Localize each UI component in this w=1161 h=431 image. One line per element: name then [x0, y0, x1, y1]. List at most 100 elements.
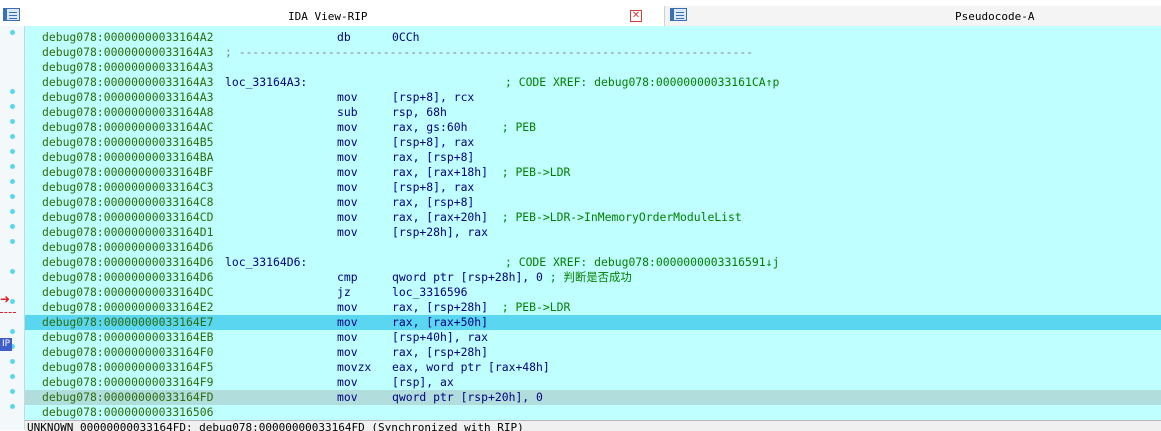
breakpoint-dot[interactable] — [10, 134, 15, 139]
breakpoint-dot[interactable] — [10, 389, 15, 394]
instruction-operands[interactable]: eax, word ptr [rax+48h] — [392, 360, 550, 375]
line-address[interactable]: debug078:00000000033164A3 — [42, 75, 213, 90]
breakpoint-dot[interactable] — [10, 89, 15, 94]
instruction-operands[interactable]: qword ptr [rsp+20h], 0 — [392, 390, 543, 405]
instruction-operands[interactable]: 0CCh — [392, 30, 419, 45]
listing-line[interactable]: debug078:00000000033164A8 sub rsp, 68h — [25, 105, 1161, 120]
line-address[interactable]: debug078:00000000033164E7 — [42, 315, 213, 330]
line-address[interactable]: debug078:00000000033164AC — [42, 120, 213, 135]
listing-line[interactable]: debug078:00000000033164A3 ; -------------… — [25, 45, 1161, 60]
instruction-mnemonic[interactable]: mov — [337, 180, 358, 195]
breakpoint-dot[interactable] — [10, 374, 15, 379]
line-address[interactable]: debug078:00000000033164EB — [42, 330, 213, 345]
line-address[interactable]: debug078:00000000033164CD — [42, 210, 213, 225]
listing-line[interactable]: debug078:00000000033164DC jz loc_3316596 — [25, 285, 1161, 300]
operands-text[interactable]: [rsp+8], rax — [392, 135, 474, 149]
tab-ida-view[interactable]: IDA View-RIP ✕ — [0, 6, 660, 26]
instruction-mnemonic[interactable]: mov — [337, 210, 358, 225]
line-address[interactable]: debug078:00000000033164A3 — [42, 45, 213, 60]
breakpoint-dot[interactable] — [10, 179, 15, 184]
instruction-mnemonic[interactable]: mov — [337, 165, 358, 180]
instruction-mnemonic[interactable]: sub — [337, 105, 358, 120]
operands-text[interactable]: rsp, 68h — [392, 105, 447, 119]
instruction-operands[interactable]: rsp, 68h — [392, 105, 447, 120]
listing-line[interactable]: debug078:00000000033164C3 mov [rsp+8], rax — [25, 180, 1161, 195]
instruction-mnemonic[interactable]: mov — [337, 120, 358, 135]
instruction-mnemonic[interactable]: db — [337, 30, 351, 45]
instruction-mnemonic[interactable]: mov — [337, 135, 358, 150]
instruction-mnemonic[interactable]: mov — [337, 375, 358, 390]
xref-comment[interactable]: ; CODE XREF: debug078:00000000033161CA↑p — [505, 75, 779, 90]
line-address[interactable]: debug078:00000000033164A3 — [42, 60, 213, 75]
operands-text[interactable]: rax, [rsp+8] — [392, 195, 474, 209]
breakpoint-dot[interactable] — [10, 164, 15, 169]
listing-line[interactable]: debug078:00000000033164FD mov qword ptr [r… — [25, 390, 1161, 405]
instruction-operands[interactable]: rax, [rsp+8] — [392, 150, 474, 165]
listing-line[interactable]: debug078:00000000033164E7 mov rax, [rax+50… — [25, 315, 1161, 330]
breakpoint-dot[interactable] — [10, 239, 15, 244]
line-address[interactable]: debug078:00000000033164C3 — [42, 180, 213, 195]
operands-text[interactable]: [rsp+8], rax — [392, 180, 474, 194]
instruction-mnemonic[interactable]: mov — [337, 300, 358, 315]
code-label[interactable]: loc_33164A3: — [225, 75, 307, 90]
listing-line[interactable]: debug078:00000000033164D1 mov [rsp+28h], r… — [25, 225, 1161, 240]
listing-line[interactable]: debug078:0000000003316506 — [25, 405, 1161, 420]
breakpoint-dot[interactable] — [10, 194, 15, 199]
instruction-operands[interactable]: [rsp+8], rax — [392, 180, 474, 195]
listing-line[interactable]: debug078:00000000033164C8 mov rax, [rsp+8] — [25, 195, 1161, 210]
operands-text[interactable]: rax, [rsp+28h] — [392, 345, 488, 359]
listing-line[interactable]: debug078:00000000033164A3 — [25, 60, 1161, 75]
instruction-operands[interactable]: rax, [rax+50h] — [392, 315, 488, 330]
line-address[interactable]: debug078:00000000033164F5 — [42, 360, 213, 375]
instruction-mnemonic[interactable]: mov — [337, 330, 358, 345]
listing-line[interactable]: debug078:00000000033164A3 mov [rsp+8], rcx — [25, 90, 1161, 105]
line-address[interactable]: debug078:00000000033164A3 — [42, 90, 213, 105]
instruction-mnemonic[interactable]: mov — [337, 225, 358, 240]
operands-text[interactable]: qword ptr [rsp+20h], 0 — [392, 390, 543, 404]
listing-line[interactable]: debug078:00000000033164D6 loc_33164D6: ; C… — [25, 255, 1161, 270]
instruction-operands[interactable]: rax, [rsp+28h] — [392, 345, 488, 360]
breakpoint-dot[interactable] — [10, 359, 15, 364]
instruction-mnemonic[interactable]: cmp — [337, 270, 358, 285]
breakpoint-dot[interactable] — [10, 104, 15, 109]
instruction-operands[interactable]: [rsp+28h], rax — [392, 225, 488, 240]
instruction-operands[interactable]: [rsp+40h], rax — [392, 330, 488, 345]
line-address[interactable]: debug078:00000000033164D6 — [42, 240, 213, 255]
breakpoint-dot[interactable] — [10, 209, 15, 214]
listing-line[interactable]: debug078:00000000033164EB mov [rsp+40h], r… — [25, 330, 1161, 345]
listing-line[interactable]: debug078:00000000033164A2 db 0CCh — [25, 30, 1161, 45]
line-address[interactable]: debug078:00000000033164D6 — [42, 255, 213, 270]
instruction-mnemonic[interactable]: mov — [337, 90, 358, 105]
breakpoint-dot[interactable] — [10, 329, 15, 334]
listing-line[interactable]: debug078:00000000033164BF mov rax, [rax+18… — [25, 165, 1161, 180]
instruction-operands[interactable]: rax, gs:60h ; PEB — [392, 120, 536, 135]
listing-line[interactable]: debug078:00000000033164D6 — [25, 240, 1161, 255]
breakpoint-dot[interactable] — [10, 269, 15, 274]
listing-line[interactable]: debug078:00000000033164D6 cmp qword ptr [r… — [25, 270, 1161, 285]
operands-text[interactable]: [rsp+28h], rax — [392, 225, 488, 239]
line-address[interactable]: debug078:00000000033164D1 — [42, 225, 213, 240]
instruction-operands[interactable]: rax, [rsp+28h] ; PEB->LDR — [392, 300, 570, 315]
breakpoint-dot[interactable] — [10, 119, 15, 124]
instruction-mnemonic[interactable]: mov — [337, 315, 358, 330]
instruction-mnemonic[interactable]: mov — [337, 195, 358, 210]
listing-line[interactable]: debug078:00000000033164E2 mov rax, [rsp+28… — [25, 300, 1161, 315]
breakpoint-dot[interactable] — [10, 299, 15, 304]
listing-line[interactable]: debug078:00000000033164A3 loc_33164A3: ; C… — [25, 75, 1161, 90]
operands-text[interactable]: rax, [rsp+8] — [392, 150, 474, 164]
instruction-operands[interactable]: qword ptr [rsp+28h], 0 ; 判断是否成功 — [392, 270, 632, 285]
line-address[interactable]: debug078:00000000033164B5 — [42, 135, 213, 150]
instruction-mnemonic[interactable]: movzx — [337, 360, 371, 375]
listing-line[interactable]: debug078:00000000033164F5 movzx eax, word … — [25, 360, 1161, 375]
instruction-mnemonic[interactable]: mov — [337, 345, 358, 360]
operands-text[interactable]: [rsp+40h], rax — [392, 330, 488, 344]
instruction-operands[interactable]: rax, [rax+20h] ; PEB->LDR->InMemoryOrder… — [392, 210, 742, 225]
line-address[interactable]: debug078:00000000033164E2 — [42, 300, 213, 315]
line-address[interactable]: debug078:00000000033164D6 — [42, 270, 213, 285]
line-address[interactable]: debug078:00000000033164C8 — [42, 195, 213, 210]
close-tab-button[interactable]: ✕ — [630, 10, 642, 22]
operands-text[interactable]: rax, [rax+20h] — [392, 210, 502, 224]
breakpoint-dot[interactable] — [10, 404, 15, 409]
operands-text[interactable]: rax, [rax+18h] — [392, 165, 502, 179]
line-address[interactable]: debug078:00000000033164FD — [42, 390, 213, 405]
